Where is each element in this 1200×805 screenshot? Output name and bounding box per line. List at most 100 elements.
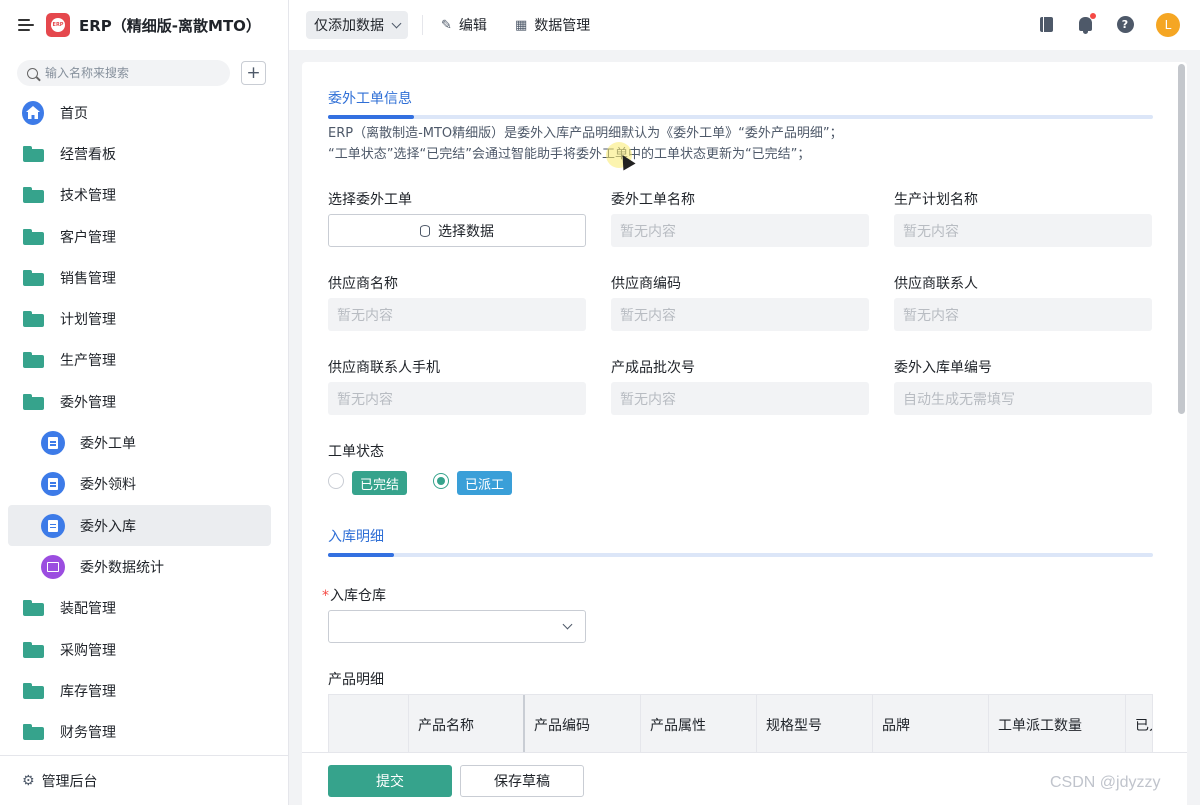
search-icon: [27, 67, 38, 79]
sidebar-item-label: 库存管理: [60, 683, 116, 700]
product-detail-label: 产品明细: [328, 672, 384, 688]
sidebar-item[interactable]: 委外管理: [8, 381, 271, 422]
save-draft-button[interactable]: 保存草稿: [460, 765, 584, 797]
sidebar-item-label: 委外数据统计: [80, 559, 164, 576]
sidebar: ERP ERP（精细版-离散MTO） + 首页经营看板技术管理客户管理销售管理计…: [0, 0, 289, 805]
search-input[interactable]: [45, 66, 215, 80]
edit-label: 编辑: [458, 18, 487, 34]
folder-icon: [22, 721, 44, 743]
sidebar-item[interactable]: 委外数据统计: [8, 546, 271, 587]
sidebar-item[interactable]: 计划管理: [8, 298, 271, 339]
sidebar-item[interactable]: 委外入库: [8, 504, 271, 547]
book-button[interactable]: [1035, 13, 1057, 35]
order-status-label: 工单状态: [328, 444, 384, 460]
chevron-down-icon: [562, 619, 573, 630]
table-icon: ▦: [515, 17, 528, 33]
folder-icon: [22, 267, 44, 289]
avatar[interactable]: L: [1156, 13, 1180, 37]
batch-no-field: 暂无内容: [611, 382, 869, 415]
select-data-label: 选择数据: [438, 223, 494, 240]
help-button[interactable]: ?: [1114, 13, 1136, 35]
sidebar-item[interactable]: 生产管理: [8, 340, 271, 381]
help-icon: ?: [1116, 15, 1134, 33]
scrollbar[interactable]: [1178, 64, 1185, 414]
sidebar-item-label: 销售管理: [60, 270, 116, 287]
sidebar-item[interactable]: 技术管理: [8, 175, 271, 216]
sidebar-item-label: 委外领料: [80, 477, 136, 494]
receipt-no-field: 自动生成无需填写: [894, 382, 1152, 415]
data-manage-button[interactable]: ▦ 数据管理: [515, 15, 590, 35]
supplier-name-label: 供应商名称: [328, 276, 398, 292]
table-header-cell: 产品名称: [409, 695, 525, 753]
app-title: ERP（精细版-离散MTO）: [79, 16, 261, 35]
sidebar-item[interactable]: 经营看板: [8, 133, 271, 174]
supplier-name-field: 暂无内容: [328, 298, 586, 331]
description-line-1: ERP（离散制造-MTO精细版）是委外入库产品明细默认为《委外工单》“委外产品明…: [328, 126, 843, 141]
edit-button[interactable]: ✎ 编辑: [441, 15, 487, 35]
status-tag-completed[interactable]: 已完结: [352, 471, 408, 495]
notification-dot: [1090, 13, 1096, 19]
sidebar-search[interactable]: [17, 60, 230, 86]
admin-console-link[interactable]: ⚙ 管理后台: [0, 755, 288, 805]
data-manage-label: 数据管理: [534, 18, 591, 34]
sidebar-item-label: 计划管理: [60, 312, 116, 329]
book-icon: [1039, 16, 1053, 32]
supplier-code-field: 暂无内容: [611, 298, 869, 331]
home-icon: [22, 100, 44, 125]
gear-icon: ⚙: [22, 772, 35, 789]
plan-name-field: 暂无内容: [894, 214, 1152, 247]
mode-dropdown[interactable]: 仅添加数据: [306, 11, 408, 39]
section-title-order-info: 委外工单信息: [328, 91, 412, 107]
section-title-receipt-detail: 入库明细: [328, 529, 384, 545]
database-icon: [420, 224, 430, 237]
form-panel: 委外工单信息 ERP（离散制造-MTO精细版）是委外入库产品明细默认为《委外工单…: [302, 62, 1187, 805]
folder-icon: [22, 597, 44, 619]
sidebar-item-label: 委外工单: [80, 436, 136, 453]
sidebar-item[interactable]: 首页: [8, 92, 271, 133]
sidebar-item[interactable]: 采购管理: [8, 629, 271, 670]
watermark: CSDN @jdyzzy: [1050, 774, 1161, 791]
plan-name-label: 生产计划名称: [894, 192, 978, 208]
sidebar-item[interactable]: 财务管理: [8, 711, 271, 752]
folder-icon: [22, 143, 44, 165]
chevron-down-icon: [391, 18, 402, 28]
sidebar-item[interactable]: 客户管理: [8, 216, 271, 257]
table-header-index: [329, 695, 409, 753]
submit-button[interactable]: 提交: [328, 765, 452, 797]
sidebar-item-label: 采购管理: [60, 642, 116, 659]
section-underline: [328, 553, 1153, 557]
sidebar-header: ERP ERP（精细版-离散MTO）: [0, 0, 288, 50]
supplier-code-label: 供应商编码: [611, 276, 681, 292]
form-icon: [41, 513, 65, 538]
sidebar-item-label: 生产管理: [60, 353, 116, 370]
supplier-contact-label: 供应商联系人: [894, 276, 978, 292]
table-header-cell: 品牌: [873, 695, 989, 753]
select-order-label: 选择委外工单: [328, 192, 412, 208]
description-line-2: “工单状态”选择“已完结”会通过智能助手将委外工单中的工单状态更新为“已完结”；: [328, 147, 811, 162]
status-radio-dispatched[interactable]: [433, 473, 449, 489]
contact-phone-label: 供应商联系人手机: [328, 360, 440, 376]
table-header-cell: 工单派工数量: [989, 695, 1126, 753]
status-tag-dispatched[interactable]: 已派工: [457, 471, 513, 495]
toolbar-divider: [422, 15, 423, 35]
add-button[interactable]: +: [241, 61, 266, 85]
table-header-cell: 产品编码: [525, 695, 641, 753]
sidebar-item[interactable]: 库存管理: [8, 670, 271, 711]
sidebar-item[interactable]: 委外工单: [8, 422, 271, 463]
table-header-cell: 产品属性: [641, 695, 757, 753]
folder-icon: [22, 680, 44, 702]
warehouse-select[interactable]: [328, 610, 586, 643]
topbar: 仅添加数据 ✎ 编辑 ▦ 数据管理 ? L: [289, 0, 1200, 50]
sidebar-item[interactable]: 销售管理: [8, 257, 271, 298]
status-radio-completed[interactable]: [328, 473, 344, 489]
supplier-contact-field: 暂无内容: [894, 298, 1152, 331]
table-header-cell: 规格型号: [757, 695, 873, 753]
notification-button[interactable]: [1074, 13, 1096, 35]
sidebar-item[interactable]: 装配管理: [8, 588, 271, 629]
order-name-label: 委外工单名称: [611, 192, 695, 208]
mode-label: 仅添加数据: [314, 18, 384, 34]
table-header-cell: 已入: [1135, 718, 1152, 734]
select-data-button[interactable]: 选择数据: [328, 214, 586, 247]
sidebar-item[interactable]: 委外领料: [8, 464, 271, 505]
menu-icon[interactable]: [18, 18, 34, 32]
